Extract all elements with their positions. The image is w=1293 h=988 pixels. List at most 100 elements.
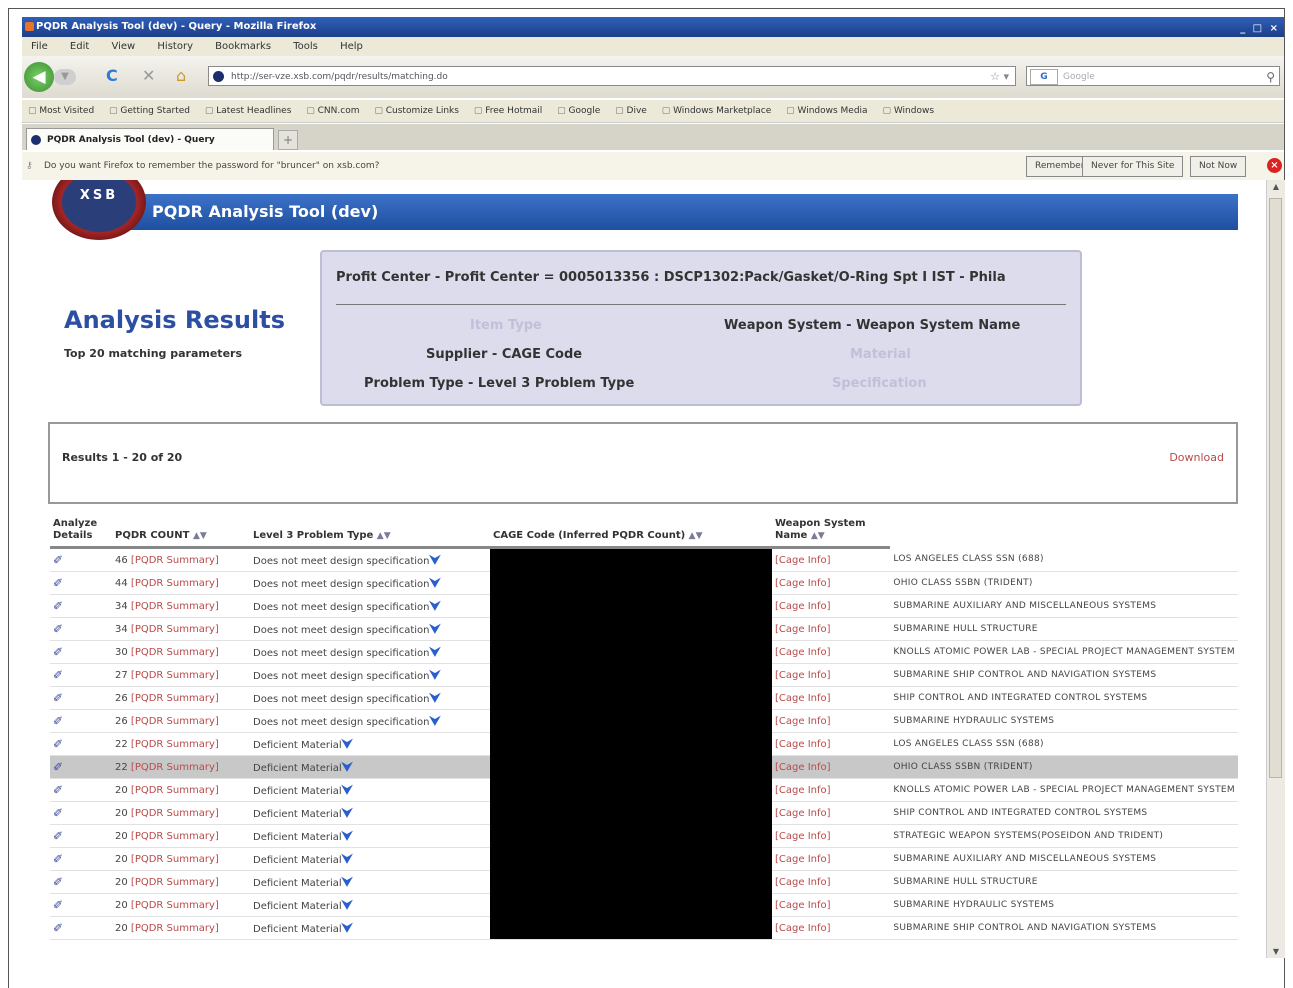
cage-info-link[interactable]: [Cage Info] [775, 831, 831, 842]
window-controls[interactable]: _ □ × [1240, 19, 1280, 39]
bookmark-getting-started[interactable]: Getting Started [109, 106, 190, 116]
analyze-icon[interactable]: ✐ [53, 691, 63, 705]
analyze-icon[interactable]: ✐ [53, 783, 63, 797]
analyze-icon[interactable]: ✐ [53, 852, 63, 866]
url-bar[interactable]: http://ser-vze.xsb.com/pqdr/results/matc… [208, 66, 1016, 86]
cage-info-link[interactable]: [Cage Info] [775, 785, 831, 796]
pqdr-summary-link[interactable]: [PQDR Summary] [131, 900, 219, 911]
pqdr-summary-link[interactable]: [PQDR Summary] [131, 601, 219, 612]
pqdr-summary-link[interactable]: [PQDR Summary] [131, 647, 219, 658]
bookmark-star-icon[interactable]: ☆ ▾ [990, 67, 1009, 87]
scroll-down-icon[interactable]: ▼ [1267, 947, 1285, 956]
bookmark-windows-media[interactable]: Windows Media [786, 106, 867, 116]
reload-icon[interactable]: C [106, 66, 118, 86]
analyze-icon[interactable]: ✐ [53, 668, 63, 682]
bookmark-most-visited[interactable]: Most Visited [28, 106, 94, 116]
chevron-down-icon[interactable]: ⮟ [342, 760, 353, 775]
pqdr-summary-link[interactable]: [PQDR Summary] [131, 716, 219, 727]
chevron-down-icon[interactable]: ⮟ [342, 829, 353, 844]
analyze-icon[interactable]: ✐ [53, 806, 63, 820]
analyze-icon[interactable]: ✐ [53, 645, 63, 659]
cage-info-link[interactable]: [Cage Info] [775, 624, 831, 635]
page-scrollbar[interactable]: ▲ ▼ [1266, 180, 1285, 958]
google-icon[interactable]: G [1030, 69, 1058, 85]
cage-info-link[interactable]: [Cage Info] [775, 808, 831, 819]
bookmark-cnn[interactable]: CNN.com [306, 106, 359, 116]
cage-info-link[interactable]: [Cage Info] [775, 670, 831, 681]
analyze-icon[interactable]: ✐ [53, 599, 63, 613]
bookmark-free-hotmail[interactable]: Free Hotmail [474, 106, 542, 116]
menu-tools[interactable]: Tools [293, 41, 318, 52]
cage-info-link[interactable]: [Cage Info] [775, 555, 831, 566]
menu-file[interactable]: File [31, 41, 48, 52]
pqdr-summary-link[interactable]: [PQDR Summary] [131, 808, 219, 819]
cage-info-link[interactable]: [Cage Info] [775, 693, 831, 704]
cage-info-link[interactable]: [Cage Info] [775, 716, 831, 727]
pqdr-summary-link[interactable]: [PQDR Summary] [131, 854, 219, 865]
bookmark-google[interactable]: Google [557, 106, 600, 116]
pqdr-summary-link[interactable]: [PQDR Summary] [131, 555, 219, 566]
analyze-icon[interactable]: ✐ [53, 714, 63, 728]
sort-icon[interactable]: ▲▼ [377, 531, 391, 541]
back-button[interactable]: ◀ [24, 62, 54, 92]
cage-info-link[interactable]: [Cage Info] [775, 578, 831, 589]
pqdr-summary-link[interactable]: [PQDR Summary] [131, 578, 219, 589]
download-link[interactable]: Download [1169, 451, 1224, 464]
sort-icon[interactable]: ▲▼ [689, 531, 703, 541]
header-count[interactable]: PQDR COUNT ▲▼ [112, 516, 250, 549]
home-icon[interactable]: ⌂ [176, 66, 186, 86]
analyze-icon[interactable]: ✐ [53, 622, 63, 636]
cage-info-link[interactable]: [Cage Info] [775, 739, 831, 750]
sort-icon[interactable]: ▲▼ [811, 531, 825, 541]
analyze-icon[interactable]: ✐ [53, 760, 63, 774]
pqdr-summary-link[interactable]: [PQDR Summary] [131, 785, 219, 796]
chevron-down-icon[interactable]: ⮟ [342, 783, 353, 798]
menu-help[interactable]: Help [340, 41, 363, 52]
header-weapon[interactable]: Weapon System Name ▲▼ [772, 516, 891, 549]
cage-info-link[interactable]: [Cage Info] [775, 601, 831, 612]
chevron-down-icon[interactable]: ⮟ [429, 553, 440, 568]
menu-history[interactable]: History [157, 41, 193, 52]
scrollbar-thumb[interactable] [1269, 198, 1282, 778]
scroll-up-icon[interactable]: ▲ [1267, 182, 1285, 191]
bookmark-customize-links[interactable]: Customize Links [374, 106, 459, 116]
cage-info-link[interactable]: [Cage Info] [775, 877, 831, 888]
pqdr-summary-link[interactable]: [PQDR Summary] [131, 739, 219, 750]
chevron-down-icon[interactable]: ⮟ [342, 852, 353, 867]
analyze-icon[interactable]: ✐ [53, 576, 63, 590]
pqdr-summary-link[interactable]: [PQDR Summary] [131, 831, 219, 842]
header-problem[interactable]: Level 3 Problem Type ▲▼ [250, 516, 490, 549]
cage-info-link[interactable]: [Cage Info] [775, 647, 831, 658]
chevron-down-icon[interactable]: ⮟ [429, 622, 440, 637]
cage-info-link[interactable]: [Cage Info] [775, 923, 831, 934]
chevron-down-icon[interactable]: ⮟ [342, 898, 353, 913]
pqdr-summary-link[interactable]: [PQDR Summary] [131, 877, 219, 888]
cage-info-link[interactable]: [Cage Info] [775, 854, 831, 865]
analyze-icon[interactable]: ✐ [53, 737, 63, 751]
sort-icon[interactable]: ▲▼ [193, 531, 207, 541]
pqdr-summary-link[interactable]: [PQDR Summary] [131, 693, 219, 704]
close-icon[interactable]: × [1267, 158, 1282, 173]
bookmark-dive[interactable]: Dive [615, 106, 647, 116]
chevron-down-icon[interactable]: ⮟ [429, 645, 440, 660]
menu-edit[interactable]: Edit [70, 41, 89, 52]
pqdr-summary-link[interactable]: [PQDR Summary] [131, 670, 219, 681]
stop-icon[interactable]: ✕ [142, 66, 155, 86]
chevron-down-icon[interactable]: ⮟ [429, 714, 440, 729]
never-for-site-button[interactable]: Never for This Site [1082, 156, 1184, 177]
menu-bookmarks[interactable]: Bookmarks [215, 41, 271, 52]
forward-dropdown[interactable]: ▼ [54, 69, 76, 85]
tab-pqdr-query[interactable]: PQDR Analysis Tool (dev) - Query [26, 128, 274, 150]
cage-info-link[interactable]: [Cage Info] [775, 762, 831, 773]
pqdr-summary-link[interactable]: [PQDR Summary] [131, 624, 219, 635]
analyze-icon[interactable]: ✐ [53, 875, 63, 889]
chevron-down-icon[interactable]: ⮟ [342, 921, 353, 936]
header-cage[interactable]: CAGE Code (Inferred PQDR Count) ▲▼ [490, 516, 772, 549]
bookmark-windows[interactable]: Windows [882, 106, 934, 116]
chevron-down-icon[interactable]: ⮟ [429, 576, 440, 591]
not-now-button[interactable]: Not Now [1190, 156, 1247, 177]
search-icon[interactable]: ⚲ [1266, 67, 1275, 87]
chevron-down-icon[interactable]: ⮟ [429, 668, 440, 683]
pqdr-summary-link[interactable]: [PQDR Summary] [131, 762, 219, 773]
menu-view[interactable]: View [111, 41, 135, 52]
